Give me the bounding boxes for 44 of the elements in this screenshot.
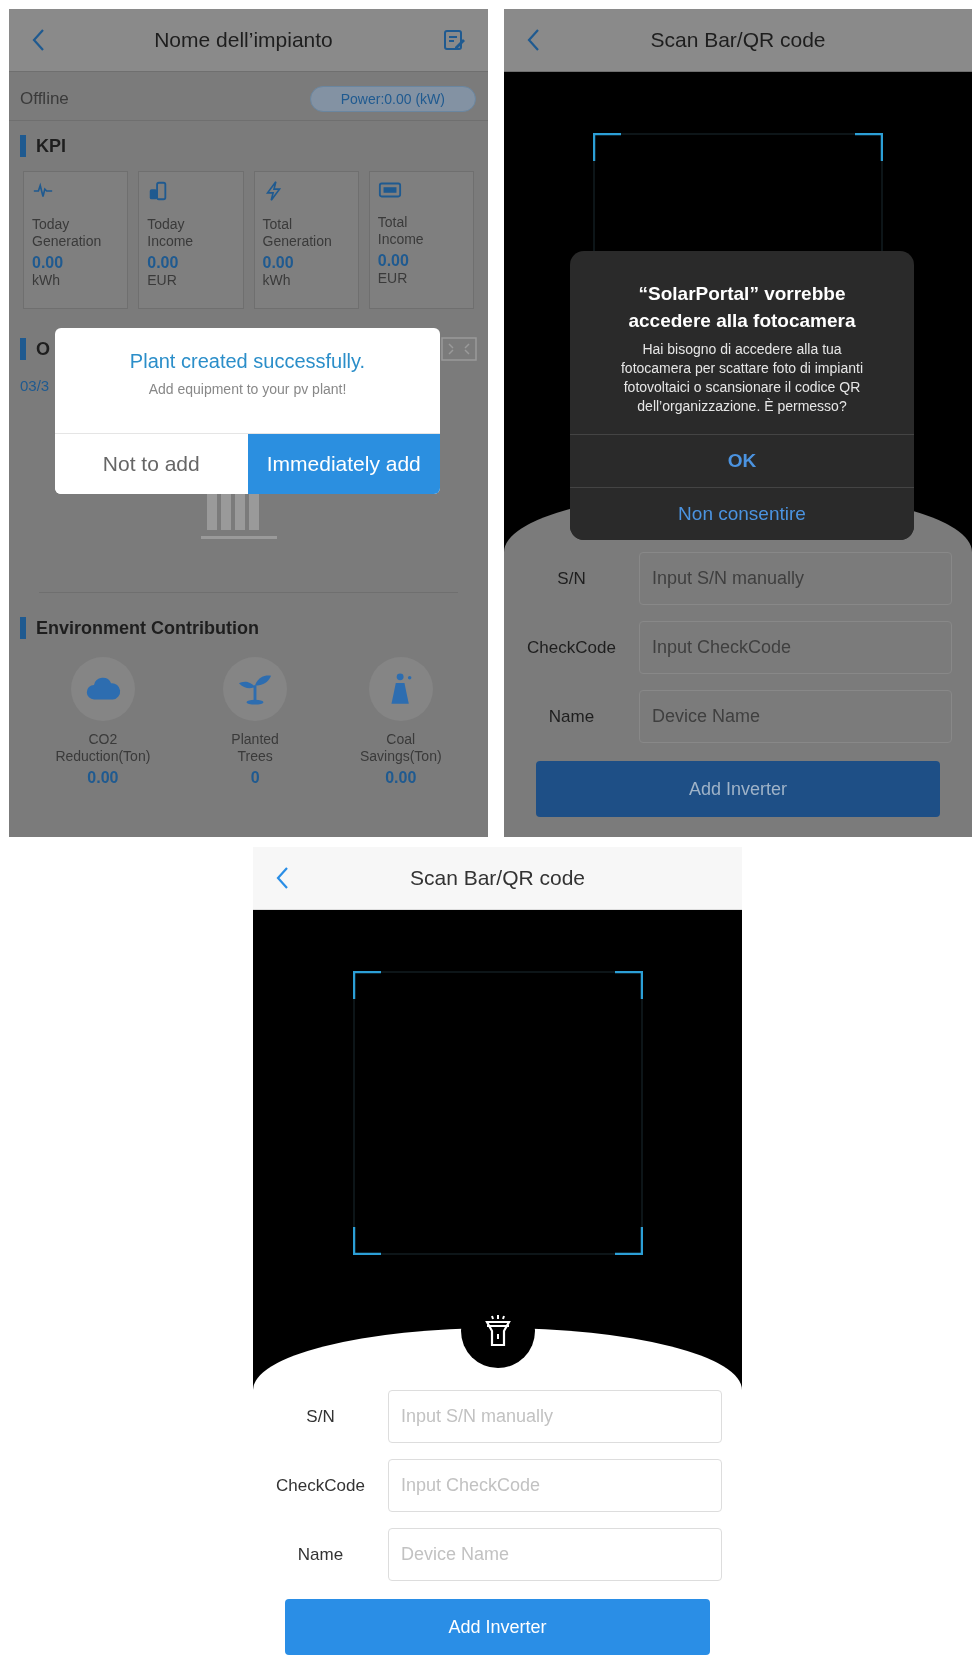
kpi-value: 0.00	[262, 253, 294, 272]
kpi-unit: EUR	[147, 271, 177, 288]
add-button[interactable]: Immediately add	[247, 434, 440, 494]
input-field[interactable]: Input S/N manually	[639, 552, 952, 605]
kpi-label: Today Generation	[32, 216, 102, 250]
metric-value: 0.00	[385, 768, 417, 787]
dialog-title: Plant created successfully.	[129, 350, 366, 373]
field-label: S/N	[556, 568, 587, 589]
kpi-unit: kWh	[262, 271, 291, 288]
screen-title: Scan Bar/QR code	[408, 866, 587, 890]
field-label: Name	[296, 1544, 345, 1565]
kpi-value: 0.00	[32, 253, 64, 272]
status-text: Offline	[20, 89, 69, 109]
screen-title: Nome dell’impianto	[153, 28, 334, 52]
field-label: CheckCode	[275, 1475, 366, 1496]
dialog-message: Add equipment to your pv plant!	[148, 381, 347, 397]
metric-label: Planted Trees	[231, 731, 279, 765]
metric-value: 0	[250, 768, 260, 787]
kpi-value: 0.00	[147, 253, 179, 272]
deny-button[interactable]: Non consentire	[570, 486, 914, 540]
input-field[interactable]: Device Name	[639, 690, 952, 743]
kpi-value: 0.00	[377, 251, 409, 270]
kpi-unit: kWh	[32, 271, 60, 288]
section-heading: O	[36, 338, 50, 360]
field-label: CheckCode	[526, 637, 617, 658]
add-inverter-button[interactable]: Add Inverter	[536, 761, 940, 817]
alert-title: “SolarPortal” vorrebbe accedere alla fotocamera	[627, 282, 857, 333]
field-label: S/N	[305, 1406, 336, 1427]
kpi-unit: EUR	[377, 269, 408, 286]
add-inverter-button[interactable]: Add Inverter	[285, 1599, 710, 1655]
alert-message: Hai bisogno di accedere alla tua fotocamera per scattare foto di impianti fotovoltaici o scansionare il codice QR dell’organizzazione. È permesso?	[620, 340, 864, 416]
section-heading: KPI	[36, 135, 66, 157]
metric-label: Coal Savings(Ton)	[359, 731, 442, 765]
section-heading: Environment Contribution	[36, 617, 259, 639]
field-label: Name	[547, 706, 596, 727]
power-badge: Power:0.00 (kW)	[309, 86, 476, 112]
kpi-label: Today Income	[147, 216, 194, 250]
metric-label: CO2 Reduction(Ton)	[55, 731, 151, 765]
kpi-label: Total Generation	[262, 216, 332, 250]
kpi-label: Total Income	[377, 214, 424, 248]
input-field[interactable]: Input CheckCode	[639, 621, 952, 674]
date-text: 03/3	[19, 376, 51, 396]
metric-value: 0.00	[87, 768, 119, 787]
screen-title: Scan Bar/QR code	[649, 28, 827, 52]
